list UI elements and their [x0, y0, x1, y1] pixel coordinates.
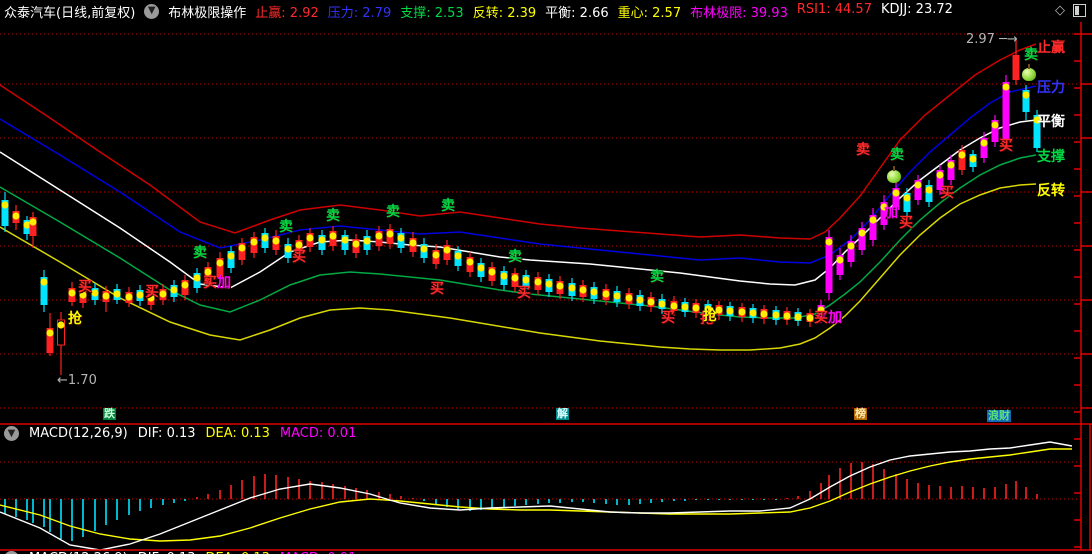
stock-title: 众泰汽车(日线,前复权) [4, 5, 136, 21]
macd-readout: MACD: 0.01 [279, 426, 357, 441]
indicator-field: 布林极限: 39.93 [690, 5, 788, 21]
candles [1, 39, 1041, 375]
macd-header: ▼ MACD(12,26,9) DIF: 0.13 DEA: 0.13 MACD… [4, 426, 356, 441]
chevron-down-icon[interactable]: ▼ [144, 3, 160, 19]
indicator-field: 压力: 2.79 [327, 5, 392, 21]
indicator-values: 止赢: 2.92 压力: 2.79 支撑: 2.53 反转: 2.39 平衡: 2.66… [255, 2, 953, 21]
band-支撑 [0, 154, 1037, 319]
dif-readout: DIF: 0.13 [137, 426, 196, 441]
dea-readout: DEA: 0.13 [205, 426, 270, 441]
chart-canvas[interactable] [0, 0, 1092, 554]
indicator-field: 平衡: 2.66 [545, 5, 609, 21]
trading-terminal: { "palette":{"red":"#ff2a2a","dark_red":… [0, 0, 1092, 554]
indicator-field: KDJJ: 23.72 [880, 1, 953, 17]
indicator-name[interactable]: 布林极限操作 [168, 2, 246, 21]
macd-indicator-name[interactable]: MACD(12,26,9) [29, 426, 128, 441]
indicator-field: 支撑: 2.53 [400, 5, 464, 21]
indicator-field: RSI1: 44.57 [796, 1, 872, 17]
indicator-field: 止赢: 2.92 [255, 5, 319, 21]
dea-line [0, 448, 1072, 542]
diamond-icon[interactable]: ◇ [1055, 4, 1065, 17]
chevron-down-icon[interactable]: ▼ [4, 426, 19, 441]
indicator-field: 重心: 2.57 [617, 5, 682, 21]
top-bar: 众泰汽车(日线,前复权) ▼ 布林极限操作 止赢: 2.92 压力: 2.79 支撑… [0, 0, 1092, 22]
band-压力 [0, 85, 1037, 264]
dif-line [0, 441, 1073, 551]
macd-histogram [4, 462, 1038, 541]
indicator-field: 反转: 2.39 [472, 5, 537, 21]
top-right-icons: ◇ [1055, 4, 1086, 17]
split-view-icon[interactable] [1073, 4, 1086, 17]
